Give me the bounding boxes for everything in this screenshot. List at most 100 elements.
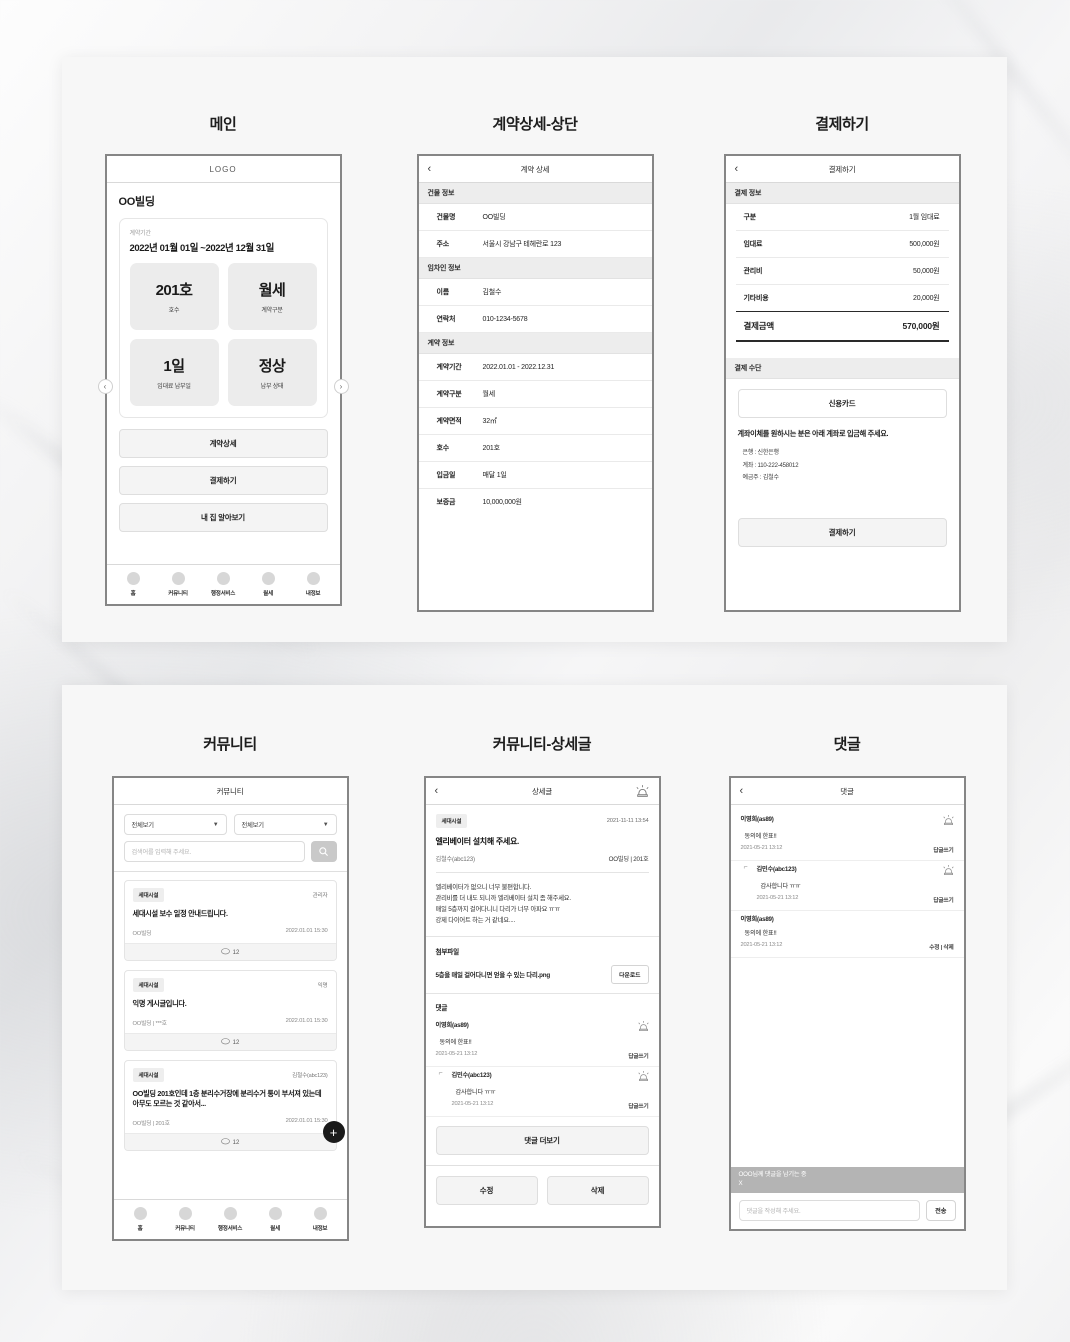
submit-payment-button[interactable]: 결제하기 [737, 517, 947, 547]
back-icon[interactable]: ‹ [428, 163, 432, 175]
comment-item: 이영희(as89) 동의에 한표!! 2021-05-21 13:12 답글쓰기 [730, 811, 964, 861]
back-icon[interactable]: ‹ [735, 163, 739, 175]
delete-post-button[interactable]: 삭제 [546, 1176, 649, 1206]
phone-comments: ‹ 댓글 이영희(as89) 동의에 한표!! 2021-05-21 13:12… [728, 776, 966, 1231]
table-row: 계약구분 월세 [418, 381, 652, 408]
row-value: 20,000원 [913, 295, 940, 302]
detail-topbar: ‹ 상세글 [425, 778, 659, 805]
tab-home[interactable]: 홈 [118, 1207, 163, 1232]
edit-post-button[interactable]: 수정 [435, 1176, 538, 1206]
comment-input-row: 댓글을 작성해 주세요. 전송 [731, 1193, 964, 1229]
tile-label: 납부 상태 [260, 384, 284, 390]
filter-category-select[interactable]: 전체보기 ▼ [123, 814, 227, 835]
tab-label: 월세 [270, 1226, 280, 1232]
chevron-right-icon[interactable]: › [333, 379, 349, 394]
reply-button[interactable]: 답글쓰기 [933, 895, 953, 904]
comment-input[interactable]: 댓글을 작성해 주세요. [738, 1200, 921, 1221]
comment-icon [220, 1138, 230, 1145]
tab-my-info[interactable]: 내정보 [298, 1207, 343, 1232]
back-icon[interactable]: ‹ [740, 785, 744, 797]
more-comments-button[interactable]: 댓글 더보기 [435, 1126, 649, 1156]
comment-date: 2021-05-21 13:12 [740, 942, 783, 948]
back-icon[interactable]: ‹ [435, 785, 439, 797]
post-title: 익명 게시글입니다. [132, 998, 187, 1008]
contract-summary-card: 계약기간 2022년 01월 01일 ~2022년 12월 31일 201호 호… [118, 218, 328, 418]
siren-icon[interactable] [942, 864, 954, 876]
tab-home[interactable]: 홈 [111, 572, 156, 597]
plus-icon[interactable]: + [322, 1121, 345, 1144]
list-item[interactable]: 세대시설 관리자 세대시설 보수 일정 안내드립니다. OO빌딩 2022.01… [123, 880, 337, 961]
comment-author: 김민수(abc123) [756, 866, 797, 873]
payment-method-area: 신용카드 [726, 379, 959, 418]
chevron-down-icon: ▼ [212, 821, 219, 828]
reply-button[interactable]: 답글쓰기 [933, 845, 953, 854]
tab-admin-service[interactable]: 행정서비스 [208, 1207, 253, 1232]
chevron-down-icon: ▼ [322, 821, 329, 828]
comment-item: 이영희(as89) 동의에 한표!! 2021-05-21 13:12 답글쓰기 [425, 1017, 659, 1068]
post-tag: 세대시설 [132, 977, 165, 992]
reply-arrow-icon: ⌐ [743, 864, 748, 871]
home-icon [133, 1207, 147, 1220]
tab-admin-service[interactable]: 행정서비스 [201, 572, 246, 597]
tile-pay-day[interactable]: 1일 임대료 납부일 [129, 339, 219, 406]
table-row: 구분 1월 임대료 [735, 204, 949, 231]
main-action-buttons: 계약상세 결제하기 내 집 알아보기 [118, 429, 328, 532]
home-icon [126, 572, 140, 585]
row-value: 010-1234-5678 [482, 315, 528, 323]
siren-icon[interactable] [942, 814, 954, 826]
reply-button[interactable]: 답글쓰기 [628, 1051, 648, 1060]
tab-community[interactable]: 커뮤니티 [163, 1207, 208, 1232]
comment-author: 김민수(abc123) [451, 1072, 492, 1080]
download-button[interactable]: 다운로드 [611, 965, 649, 985]
comments-heading: 댓글 [435, 1005, 448, 1013]
tile-pay-status[interactable]: 정상 납부 상태 [227, 339, 317, 406]
payment-button[interactable]: 결제하기 [118, 466, 328, 495]
filter-scope-select[interactable]: 전체보기 ▼ [233, 814, 337, 835]
screen-payment: 결제하기 ‹ 결제하기 결제 정보 구분 1월 임대료 임대료 500,000원 관… [717, 113, 967, 612]
list-item[interactable]: 세대시설 익명 익명 게시글입니다. OO빌딩 | ***호 2022.01.0… [123, 969, 337, 1051]
reply-button[interactable]: 답글쓰기 [628, 1101, 648, 1110]
main-content: OO빌딩 계약기간 2022년 01월 01일 ~2022년 12월 31일 2… [97, 183, 349, 564]
close-icon[interactable]: X [739, 1180, 956, 1189]
community-icon [171, 572, 185, 585]
screen-caption-main: 메인 [209, 116, 237, 133]
search-input[interactable]: 검색어를 입력해 주세요. [123, 841, 305, 862]
post-tag: 세대시설 [132, 1067, 165, 1082]
comments-list: 이영희(as89) 동의에 한표!! 2021-05-21 13:12 답글쓰기… [730, 805, 964, 958]
search-icon[interactable] [310, 841, 337, 862]
chevron-left-icon[interactable]: ‹ [97, 379, 113, 394]
tile-room[interactable]: 201호 호수 [129, 263, 219, 330]
payment-rows: 구분 1월 임대료 임대료 500,000원 관리비 50,000원 기타비용 20,0… [726, 204, 959, 342]
siren-icon[interactable] [637, 1020, 649, 1032]
profile-icon [306, 572, 320, 585]
search-row: 검색어를 입력해 주세요. [113, 835, 347, 872]
row-value: 1월 임대료 [909, 214, 940, 221]
tab-community[interactable]: 커뮤니티 [156, 572, 201, 597]
period-value: 2022년 01월 01일 ~2022년 12월 31일 [129, 243, 275, 254]
contract-detail-button[interactable]: 계약상세 [118, 429, 328, 458]
find-home-button[interactable]: 내 집 알아보기 [118, 503, 328, 532]
send-button[interactable]: 전송 [926, 1200, 956, 1221]
siren-icon[interactable] [637, 1070, 649, 1082]
bank-transfer-note: 계좌이체를 원하시는 분은 아래 계좌로 입금해 주세요. 은행 : 신한은행 … [726, 418, 959, 494]
comment-text: 감사합니다 ㅠㅠ [455, 1089, 496, 1097]
credit-card-button[interactable]: 신용카드 [737, 389, 947, 418]
post-body: 엘리베이터가 없으니 너무 불편합니다. 관리비를 더 내도 되니까 엘리베이터… [425, 873, 659, 938]
tile-label: 임대료 납부일 [157, 384, 191, 390]
payment-submit-area: 결제하기 [726, 494, 959, 547]
list-item[interactable]: 세대시설 김철수(abc123) OO빌딩 201호인데 1층 분리수거장에 분… [123, 1059, 337, 1152]
service-icon [223, 1207, 237, 1220]
phone-contract: ‹ 계약 상세 건물 정보 건물명 OO빌딩 주소 서울시 강남구 테헤란로 1… [416, 154, 654, 612]
tile-value: 201호 [155, 282, 193, 299]
post-tag: 세대시설 [435, 814, 468, 828]
siren-icon[interactable] [636, 784, 649, 798]
tab-rent[interactable]: 월세 [253, 1207, 298, 1232]
comment-author: 이영희(as89) [435, 1022, 469, 1030]
tab-my-info[interactable]: 내정보 [291, 572, 336, 597]
edit-delete-actions[interactable]: 수정 | 삭제 [929, 942, 953, 951]
table-row: 계약기간 2022.01.01 - 2022.12.31 [418, 354, 652, 381]
tile-contract-type[interactable]: 월세 계약구분 [227, 263, 317, 330]
tab-rent[interactable]: 월세 [246, 572, 291, 597]
table-row: 입금일 매달 1일 [418, 462, 652, 489]
